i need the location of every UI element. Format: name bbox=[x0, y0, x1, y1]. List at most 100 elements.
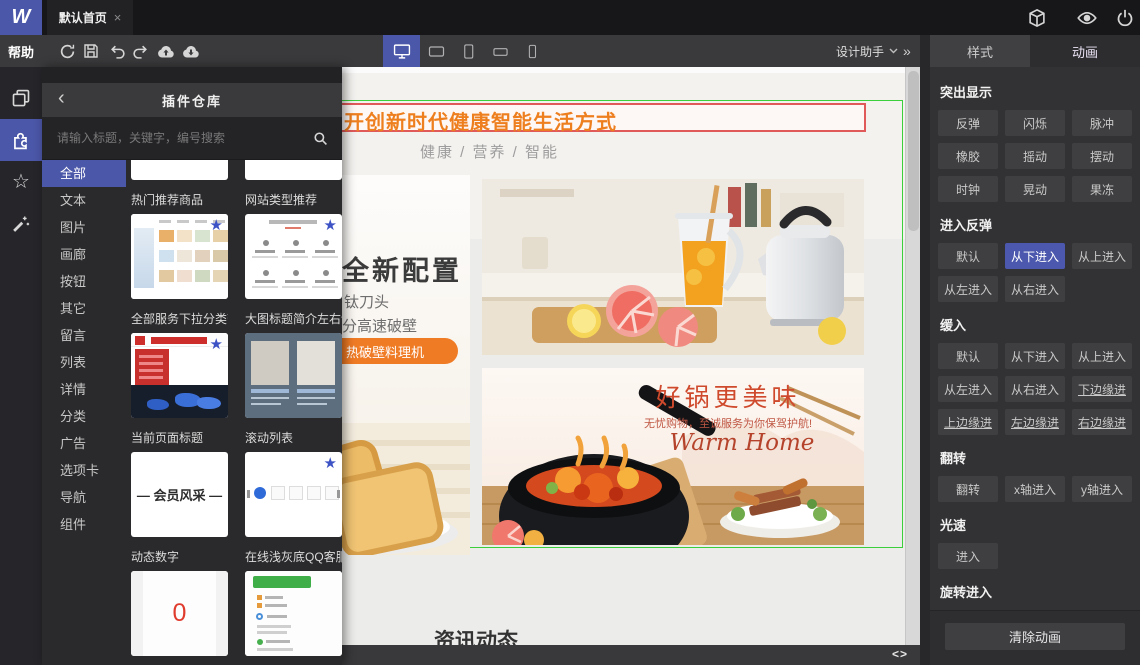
clear-animation-button[interactable]: 清除动画 bbox=[945, 623, 1125, 650]
plugin-item-thumbnail[interactable]: ★ bbox=[245, 214, 342, 299]
plugin-item-thumbnail[interactable] bbox=[245, 333, 342, 418]
device-tablet-portrait-button[interactable] bbox=[452, 35, 484, 67]
device-phone-landscape-button[interactable] bbox=[484, 35, 516, 67]
refresh-icon[interactable] bbox=[58, 42, 76, 60]
plugin-item-thumbnail[interactable] bbox=[245, 571, 342, 656]
category-item[interactable]: 按钮 bbox=[42, 268, 126, 295]
plugin-item[interactable]: 滚动列表 ★ bbox=[245, 430, 342, 537]
animation-option-button[interactable]: 右边缘进 bbox=[1072, 409, 1132, 435]
animation-option-button[interactable]: 从右进入 bbox=[1005, 376, 1065, 402]
category-item[interactable]: 导航 bbox=[42, 484, 126, 511]
animation-option-button[interactable]: 上边缘进 bbox=[938, 409, 998, 435]
help-button[interactable]: 帮助 bbox=[0, 35, 42, 67]
animation-option-button[interactable]: 闪烁 bbox=[1005, 110, 1065, 136]
animation-option-button[interactable]: 左边缘进 bbox=[1005, 409, 1065, 435]
animation-option-button[interactable]: 脉冲 bbox=[1072, 110, 1132, 136]
category-item[interactable]: 广告 bbox=[42, 430, 126, 457]
animation-option-button[interactable]: 下边缘进 bbox=[1072, 376, 1132, 402]
category-item[interactable]: 其它 bbox=[42, 295, 126, 322]
animation-option-button[interactable]: 从下进入 bbox=[1005, 343, 1065, 369]
scrollbar-thumb[interactable] bbox=[908, 71, 919, 231]
animation-option-button[interactable]: 晃动 bbox=[1005, 176, 1065, 202]
animation-option-button[interactable]: 从上进入 bbox=[1072, 243, 1132, 269]
star-badge-icon[interactable]: ★ bbox=[210, 216, 223, 234]
animation-option-button[interactable]: 果冻 bbox=[1072, 176, 1132, 202]
plugin-item[interactable]: 全部服务下拉分类带... ★ bbox=[131, 311, 228, 418]
category-item[interactable]: 留言 bbox=[42, 322, 126, 349]
collapse-panel-chevrons[interactable]: » bbox=[903, 35, 911, 67]
category-item[interactable]: 文本 bbox=[42, 187, 126, 214]
category-item[interactable]: 详情 bbox=[42, 376, 126, 403]
plugin-item-thumbnail[interactable] bbox=[131, 160, 228, 180]
save-icon[interactable] bbox=[82, 42, 100, 60]
power-icon[interactable] bbox=[1114, 7, 1136, 29]
sidebar-item-design-wizard[interactable] bbox=[0, 203, 42, 245]
tab-style[interactable]: 样式 bbox=[930, 35, 1030, 67]
plugin-item-thumbnail[interactable]: 0 bbox=[131, 571, 228, 656]
code-view-icon[interactable]: <> bbox=[892, 647, 908, 661]
canvas-scrollbar[interactable] bbox=[905, 67, 920, 645]
back-chevron-icon[interactable]: ‹ bbox=[58, 87, 65, 110]
plugin-item[interactable]: 大图标题简介左右切... bbox=[245, 311, 342, 418]
device-tablet-landscape-button[interactable] bbox=[420, 35, 452, 67]
category-item[interactable]: 图片 bbox=[42, 214, 126, 241]
plugin-item-thumbnail[interactable]: ★ bbox=[131, 333, 228, 418]
plugin-item[interactable]: 动态数字 0 bbox=[131, 549, 228, 656]
plugin-item-thumbnail[interactable]: — 会员风采 — bbox=[131, 452, 228, 537]
star-badge-icon[interactable]: ★ bbox=[324, 454, 337, 472]
category-item[interactable]: 选项卡 bbox=[42, 457, 126, 484]
redo-icon[interactable] bbox=[131, 42, 149, 60]
hero-subtitle-text[interactable]: 健康 / 营养 / 智能 bbox=[420, 141, 559, 162]
plugin-item[interactable] bbox=[131, 160, 228, 180]
cloud-download-icon[interactable] bbox=[182, 42, 200, 60]
device-desktop-button[interactable] bbox=[383, 35, 420, 67]
plugin-item-thumbnail[interactable]: ★ bbox=[245, 452, 342, 537]
device-phone-portrait-button[interactable] bbox=[516, 35, 548, 67]
category-item[interactable]: 画廊 bbox=[42, 241, 126, 268]
star-badge-icon[interactable]: ★ bbox=[210, 335, 223, 353]
category-item[interactable]: 组件 bbox=[42, 511, 126, 538]
plugin-item[interactable]: 在线浅灰底QQ客服 bbox=[245, 549, 342, 656]
cube-icon[interactable] bbox=[1026, 7, 1048, 29]
animation-option-button[interactable]: 摆动 bbox=[1072, 143, 1132, 169]
plugin-item-thumbnail[interactable] bbox=[245, 160, 342, 180]
wok-banner-image[interactable]: 好锅更美味 无忧购物，至诚服务为你保驾护航! Warm Home bbox=[482, 368, 864, 545]
animation-option-button[interactable]: 翻转 bbox=[938, 476, 998, 502]
cloud-upload-icon[interactable] bbox=[157, 42, 175, 60]
animation-option-button[interactable]: 橡胶 bbox=[938, 143, 998, 169]
close-tab-icon[interactable]: × bbox=[114, 10, 122, 25]
page-tab[interactable]: 默认首页 × bbox=[47, 0, 133, 35]
animation-option-button[interactable]: 从左进入 bbox=[938, 276, 998, 302]
animation-option-button[interactable]: 从上进入 bbox=[1072, 343, 1132, 369]
sidebar-item-favorites[interactable]: ☆ bbox=[0, 161, 42, 203]
app-logo[interactable]: W bbox=[0, 0, 42, 35]
design-assistant-dropdown[interactable]: 设计助手 bbox=[836, 35, 898, 67]
animation-option-button[interactable]: 进入 bbox=[938, 543, 998, 569]
plugin-search-input[interactable] bbox=[42, 131, 342, 145]
search-icon[interactable] bbox=[312, 130, 328, 146]
plugin-item[interactable] bbox=[245, 160, 342, 180]
kettle-banner-image[interactable] bbox=[482, 179, 864, 355]
animation-option-button[interactable]: x轴进入 bbox=[1005, 476, 1065, 502]
undo-icon[interactable] bbox=[108, 42, 126, 60]
animation-option-button[interactable]: 时钟 bbox=[938, 176, 998, 202]
plugin-item-thumbnail[interactable]: ★ bbox=[131, 214, 228, 299]
animation-option-button[interactable]: y轴进入 bbox=[1072, 476, 1132, 502]
category-item[interactable]: 全部 bbox=[42, 160, 126, 187]
hero-title-text[interactable]: 开创新时代健康智能生活方式 bbox=[344, 106, 617, 135]
animation-option-button[interactable]: 默认 bbox=[938, 343, 998, 369]
category-item[interactable]: 列表 bbox=[42, 349, 126, 376]
star-badge-icon[interactable]: ★ bbox=[324, 216, 337, 234]
animation-option-button[interactable]: 从左进入 bbox=[938, 376, 998, 402]
animation-option-button[interactable]: 摇动 bbox=[1005, 143, 1065, 169]
plugin-item[interactable]: 网站类型推荐 ★ bbox=[245, 192, 342, 299]
plugin-item[interactable]: 当前页面标题 — 会员风采 — bbox=[131, 430, 228, 537]
animation-option-button[interactable]: 默认 bbox=[938, 243, 998, 269]
animation-option-button[interactable]: 从下进入 bbox=[1005, 243, 1065, 269]
category-item[interactable]: 分类 bbox=[42, 403, 126, 430]
tab-animation[interactable]: 动画 bbox=[1030, 35, 1140, 67]
animation-option-button[interactable]: 从右进入 bbox=[1005, 276, 1065, 302]
eye-icon[interactable] bbox=[1076, 7, 1098, 29]
animation-option-button[interactable]: 反弹 bbox=[938, 110, 998, 136]
plugin-item[interactable]: 热门推荐商品 ★ bbox=[131, 192, 228, 299]
